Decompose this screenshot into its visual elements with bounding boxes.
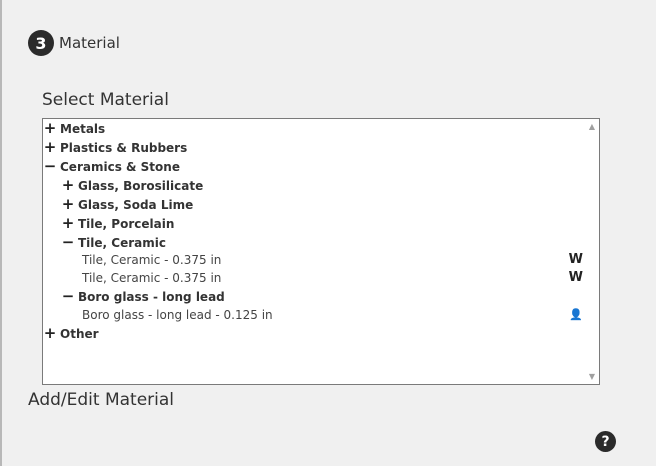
expand-icon[interactable]: + [61, 195, 75, 214]
tree-node-tile-porcelain[interactable]: + Tile, Porcelain [61, 214, 175, 233]
w-logo-icon: W [568, 252, 583, 267]
user-icon: 👤 [569, 308, 583, 321]
scroll-up-icon[interactable]: ▲ [589, 122, 595, 131]
tree-node-label[interactable]: Plastics & Rubbers [60, 141, 187, 155]
expand-icon[interactable]: + [43, 119, 57, 138]
tree-node-label[interactable]: Tile, Ceramic [78, 236, 166, 250]
tree-node-plastics-rubbers[interactable]: + Plastics & Rubbers [43, 138, 188, 157]
select-material-label: Select Material [42, 90, 169, 110]
tree-node-label[interactable]: Tile, Porcelain [78, 217, 174, 231]
expand-icon[interactable]: + [61, 214, 75, 233]
tree-node-metals[interactable]: + Metals [43, 119, 105, 138]
tree-node-label[interactable]: Other [60, 327, 99, 341]
tree-node-label[interactable]: Metals [60, 122, 105, 136]
tree-node-ceramics-stone[interactable]: − Ceramics & Stone [43, 157, 180, 176]
tree-leaf-tile-ceramic-0375[interactable]: Tile, Ceramic - 0.375 in W [79, 250, 599, 269]
step-number-badge: 3 [28, 30, 54, 56]
tree-leaf-tile-ceramic-0375[interactable]: Tile, Ceramic - 0.375 in W [79, 268, 599, 287]
step-header: 3 Material [28, 30, 120, 56]
help-icon[interactable]: ? [595, 431, 616, 452]
expand-icon[interactable]: + [43, 324, 57, 343]
expand-icon[interactable]: + [43, 138, 57, 157]
tree-node-label[interactable]: Ceramics & Stone [60, 160, 180, 174]
w-logo-icon: W [568, 270, 583, 285]
tree-leaf-boro-glass-long-lead-0125[interactable]: Boro glass - long lead - 0.125 in 👤 [79, 305, 599, 324]
tree-node-glass-borosilicate[interactable]: + Glass, Borosilicate [61, 176, 204, 195]
collapse-icon[interactable]: − [61, 287, 75, 306]
tree-node-other[interactable]: + Other [43, 324, 99, 343]
scroll-down-icon[interactable]: ▼ [589, 372, 595, 381]
step-title: Material [59, 34, 120, 52]
collapse-icon[interactable]: − [43, 157, 57, 176]
material-tree[interactable]: ▲ ▼ + Metals + Plastics & Rubbers − Cera… [42, 118, 600, 385]
tree-node-glass-soda-lime[interactable]: + Glass, Soda Lime [61, 195, 194, 214]
expand-icon[interactable]: + [61, 176, 75, 195]
add-edit-material-link[interactable]: Add/Edit Material [28, 390, 174, 410]
collapse-icon[interactable]: − [61, 233, 75, 252]
tree-node-label[interactable]: Boro glass - long lead [78, 290, 225, 304]
tree-leaf-label[interactable]: Tile, Ceramic - 0.375 in [82, 253, 221, 267]
tree-leaf-label[interactable]: Boro glass - long lead - 0.125 in [82, 308, 273, 322]
tree-node-boro-glass-long-lead[interactable]: − Boro glass - long lead [61, 287, 225, 306]
tree-leaf-label[interactable]: Tile, Ceramic - 0.375 in [82, 271, 221, 285]
left-border [0, 0, 2, 466]
tree-node-label[interactable]: Glass, Soda Lime [78, 198, 193, 212]
tree-node-label[interactable]: Glass, Borosilicate [78, 179, 203, 193]
